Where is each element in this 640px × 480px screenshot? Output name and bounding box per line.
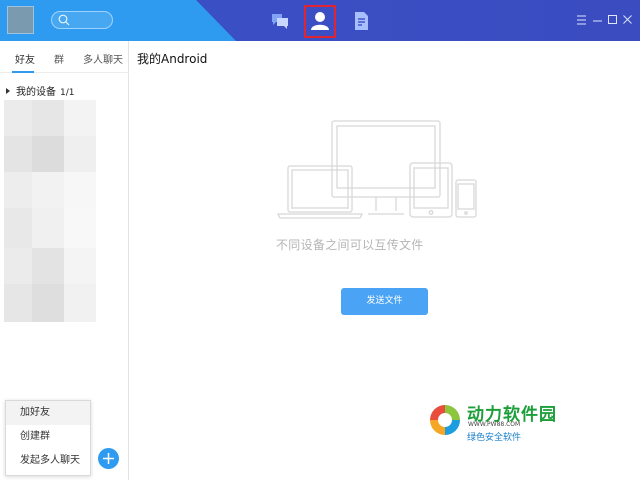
send-file-button[interactable]: 发送文件 [341,288,428,315]
blurred-cell [32,208,64,248]
close-icon[interactable] [622,14,634,26]
blurred-cell [64,284,96,322]
tab-friends[interactable]: 好友 [15,51,35,66]
blurred-cell [64,136,96,172]
blurred-cell [32,172,64,208]
message-icon[interactable] [269,10,291,32]
device-transfer-caption: 不同设备之间可以互传文件 [276,238,424,252]
blurred-cell [64,100,96,136]
add-popup-menu: 加好友 创建群 发起多人聊天 [5,400,91,476]
plus-icon [103,453,114,464]
blurred-cell [4,208,32,248]
minimize-icon[interactable] [592,14,604,26]
expand-arrow-icon [6,88,10,94]
sidebar-tabs: 好友 群 多人聊天 [0,41,129,73]
blurred-cell [32,100,64,136]
watermark-tagline: 绿色安全软件 [467,433,522,443]
devices-illustration [276,120,477,219]
contacts-icon[interactable] [308,8,332,34]
blurred-cell [4,100,32,136]
menu-item-create-group[interactable]: 创建群 [6,425,90,449]
maximize-icon[interactable] [607,14,619,26]
watermark-url: WWW.PW88.COM [468,421,521,428]
group-count: 1/1 [60,88,75,98]
watermark: 动力软件园 WWW.PW88.COM 绿色安全软件 [427,398,577,446]
blurred-cell [4,136,32,172]
search-icon [58,14,70,26]
title-bar [0,0,640,41]
file-icon[interactable] [350,10,372,32]
blurred-cell [64,208,96,248]
blurred-cell [4,284,32,322]
pw88-logo-icon [430,405,460,435]
group-my-devices[interactable]: 我的设备 1/1 [6,83,74,98]
tab-multi-chat[interactable]: 多人聊天 [83,51,123,66]
tab-groups[interactable]: 群 [54,51,64,66]
blurred-cell [32,284,64,322]
blurred-cell [4,172,32,208]
group-label: 我的设备 [16,87,56,98]
blurred-cell [4,248,32,284]
blurred-contact-list [4,100,96,322]
menu-item-add-friend[interactable]: 加好友 [6,401,90,425]
add-button[interactable] [98,448,119,469]
blurred-cell [64,248,96,284]
blurred-cell [32,248,64,284]
active-tab-indicator [12,71,34,73]
menu-icon[interactable] [576,14,588,26]
search-box[interactable] [51,11,113,29]
menu-item-start-multi-chat[interactable]: 发起多人聊天 [6,449,90,473]
user-avatar[interactable] [7,6,34,34]
blurred-cell [64,172,96,208]
page-title: 我的Android [137,52,208,66]
blurred-cell [32,136,64,172]
